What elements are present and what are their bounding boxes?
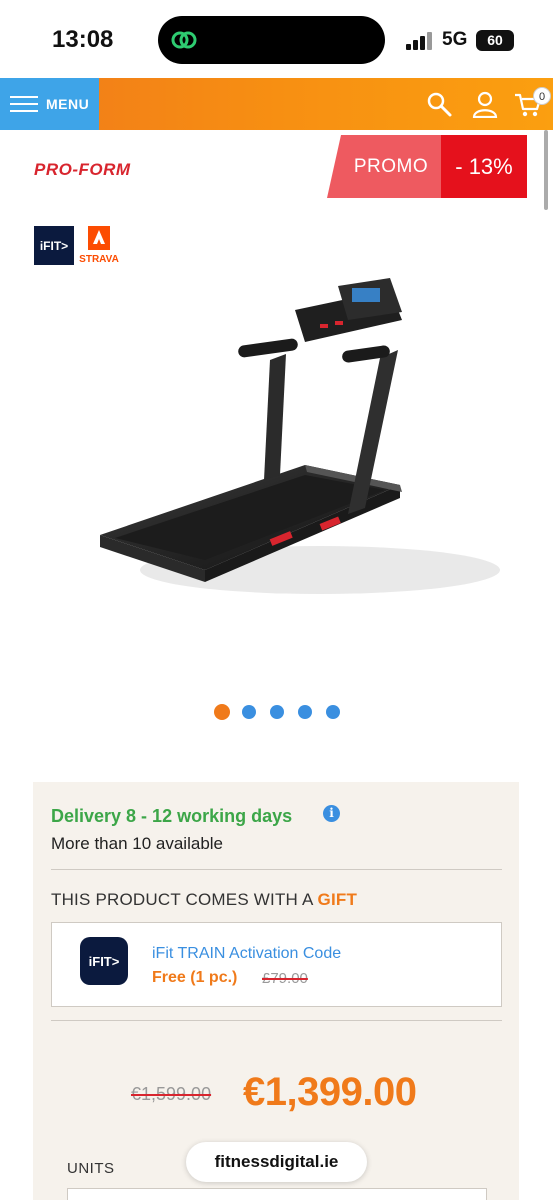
carousel-dots [0, 704, 553, 721]
search-icon[interactable] [425, 90, 453, 118]
gift-card[interactable]: iFIT> iFit TRAIN Activation Code Free (1… [51, 922, 502, 1007]
dynamic-island [158, 16, 385, 64]
stock-status: More than 10 available [51, 834, 224, 853]
divider [51, 1020, 502, 1021]
browser-address-pill[interactable]: fitnessdigital.ie [186, 1142, 367, 1182]
menu-button[interactable]: MENU [0, 78, 99, 130]
gift-title[interactable]: iFit TRAIN Activation Code [152, 945, 341, 963]
carousel-dot[interactable] [298, 705, 312, 719]
current-price: €1,399.00 [243, 1070, 417, 1114]
carousel-dot[interactable] [326, 705, 340, 719]
brand-logo[interactable]: PRO-FORM [34, 160, 131, 180]
product-image[interactable] [90, 270, 510, 620]
gift-heading-prefix: THIS PRODUCT COMES WITH A [51, 890, 318, 909]
gift-heading: THIS PRODUCT COMES WITH A GIFT [51, 890, 357, 910]
cart-count-badge: 0 [533, 87, 551, 105]
units-label: UNITS [67, 1160, 115, 1177]
gift-ifit-logo: iFIT> [80, 937, 128, 985]
hamburger-icon [10, 96, 38, 112]
battery-icon: 60 [476, 30, 514, 51]
link-icon [171, 31, 197, 49]
strava-logo: STRAVA [78, 226, 120, 265]
product-info-panel: Delivery 8 - 12 working days i More than… [33, 782, 519, 1200]
network-label: 5G [442, 29, 468, 50]
carousel-dot[interactable] [242, 705, 256, 719]
info-icon[interactable]: i [323, 805, 340, 822]
gift-heading-accent: GIFT [317, 890, 358, 909]
carousel-dot[interactable] [214, 704, 230, 720]
gift-old-price: £79.00 [262, 970, 308, 987]
divider [51, 869, 502, 870]
strava-icon [88, 226, 110, 250]
status-time: 13:08 [52, 26, 114, 53]
delivery-status: Delivery 8 - 12 working days [51, 806, 293, 826]
strava-label: STRAVA [79, 254, 119, 265]
ifit-logo: iFIT> [34, 226, 74, 265]
status-bar: 13:08 5G 60 [0, 0, 553, 78]
menu-label: MENU [46, 96, 90, 112]
gift-price: Free (1 pc.) [152, 969, 238, 986]
promo-label: PROMO [327, 135, 441, 198]
old-price: €1,599.00 [131, 1084, 212, 1104]
scrollbar[interactable] [544, 130, 548, 210]
site-header: MENU 0 [0, 78, 553, 130]
units-input[interactable] [67, 1188, 487, 1200]
promo-badge: PROMO - 13% [327, 135, 527, 198]
signal-icon [406, 32, 436, 50]
user-icon[interactable] [471, 90, 499, 118]
carousel-dot[interactable] [270, 705, 284, 719]
discount-label: - 13% [441, 135, 527, 198]
